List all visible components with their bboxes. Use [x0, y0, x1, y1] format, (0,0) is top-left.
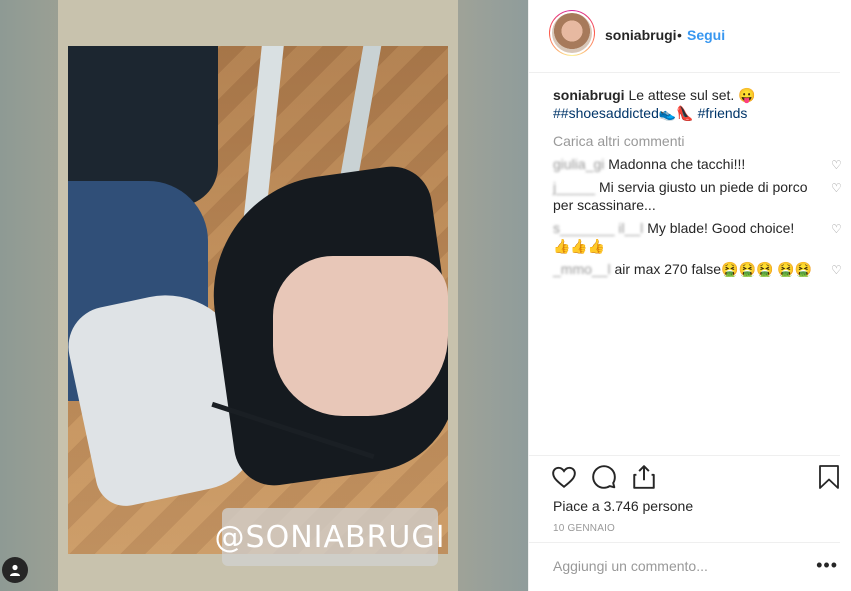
- post-actions: Piace a 3.746 persone 10 GENNAIO: [529, 455, 840, 542]
- avatar-image: [550, 11, 594, 55]
- post-media[interactable]: @SONIABRUGI: [0, 0, 528, 591]
- comment-item: j_____ Mi servia giusto un piede di porc…: [553, 178, 843, 214]
- comments-list: soniabrugi Le attese sul set. 😛 ##shoesa…: [553, 86, 843, 278]
- load-more-comments[interactable]: Carica altri commenti: [553, 132, 843, 150]
- comment-input[interactable]: [551, 557, 805, 575]
- comment-like-icon[interactable]: ♡: [831, 159, 843, 171]
- comment-username[interactable]: _mmo__l: [553, 261, 611, 277]
- comment-username[interactable]: j_____: [553, 179, 595, 195]
- caption-username[interactable]: soniabrugi: [553, 87, 625, 103]
- share-icon[interactable]: [631, 464, 657, 490]
- bookmark-icon[interactable]: [818, 464, 840, 490]
- comment-text: Madonna che tacchi!!!: [608, 156, 746, 172]
- caption: soniabrugi Le attese sul set. 😛 ##shoesa…: [553, 86, 843, 122]
- caption-hashtags[interactable]: ##shoesaddicted👟👠 #friends: [553, 105, 747, 121]
- comment-item: s_______ il__l My blade! Good choice! 👍👍…: [553, 219, 843, 255]
- add-comment-bar: •••: [529, 542, 840, 591]
- comment-like-icon[interactable]: ♡: [831, 182, 843, 194]
- comment-item: giulia_gi Madonna che tacchi!!! ♡: [553, 155, 843, 173]
- post-date[interactable]: 10 GENNAIO: [553, 523, 615, 534]
- avatar[interactable]: [549, 10, 595, 56]
- comment-icon[interactable]: [591, 464, 617, 490]
- post-header: soniabrugi • Segui: [529, 0, 840, 73]
- comment-username[interactable]: s_______ il__l: [553, 220, 643, 236]
- photo-foot: [273, 256, 448, 416]
- comment-text: air max 270 false🤮🤮🤮 🤮🤮: [614, 261, 813, 277]
- follow-button[interactable]: Segui: [687, 27, 725, 43]
- watermark-label: @SONIABRUGI: [215, 508, 444, 566]
- comment-like-icon[interactable]: ♡: [831, 223, 843, 235]
- post-photo: [68, 46, 448, 554]
- header-username[interactable]: soniabrugi: [605, 27, 677, 43]
- comment-username[interactable]: giulia_gi: [553, 156, 604, 172]
- user-tag-icon-glyph: [10, 564, 20, 576]
- post-sidebar: soniabrugi • Segui soniabrugi Le attese …: [528, 0, 851, 591]
- likes-count[interactable]: Piace a 3.746 persone: [553, 498, 693, 514]
- comment-like-icon[interactable]: ♡: [831, 264, 843, 276]
- caption-text: Le attese sul set. 😛: [628, 87, 756, 103]
- header-separator: •: [677, 27, 682, 43]
- user-tag-icon[interactable]: [2, 557, 28, 583]
- more-options-icon[interactable]: •••: [816, 555, 838, 576]
- comment-item: _mmo__l air max 270 false🤮🤮🤮 🤮🤮 ♡: [553, 260, 843, 278]
- heart-icon[interactable]: [551, 464, 577, 490]
- action-icons: [551, 464, 657, 490]
